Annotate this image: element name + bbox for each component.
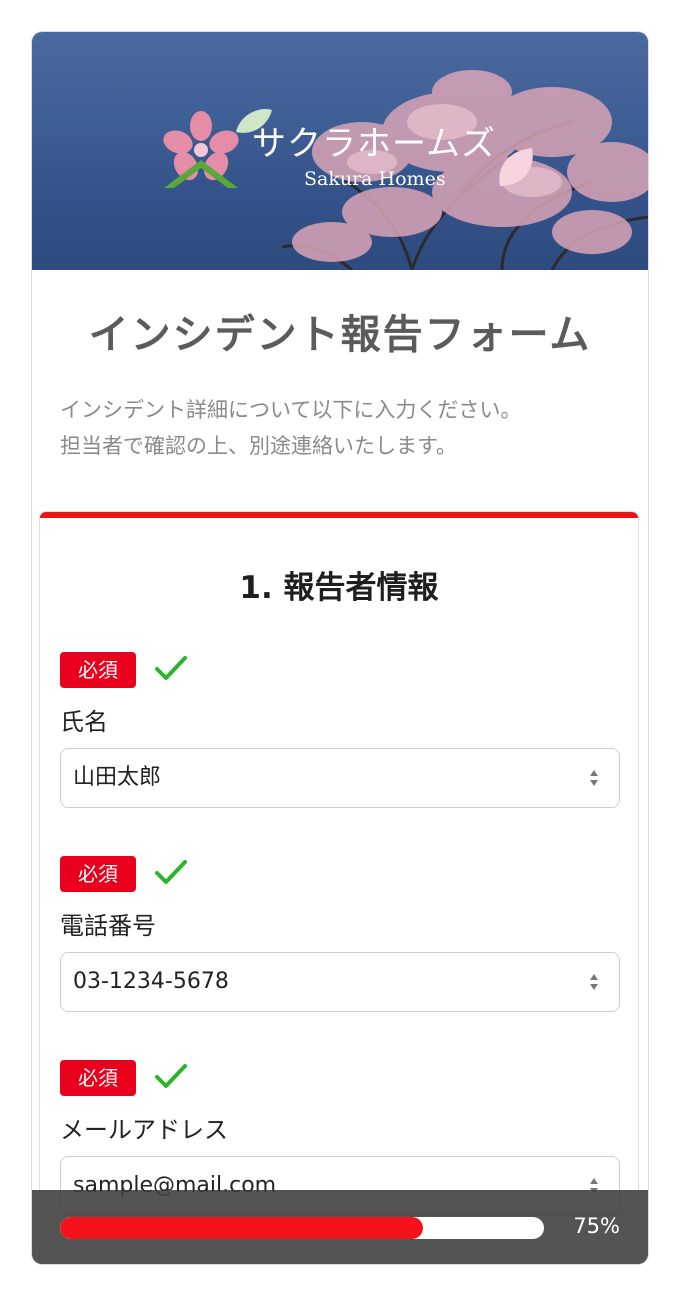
phone-input[interactable]: 03-1234-5678 [60,952,620,1012]
hero-banner: サクラホームズ Sakura Homes [32,32,648,270]
name-input[interactable]: 山田太郎 [60,748,620,808]
field-label: 氏名 [60,708,108,736]
brand-name-en: Sakura Homes [304,168,446,190]
required-badge: 必須 [60,652,136,688]
check-icon [155,1064,187,1088]
description-line-1: インシデント詳細について以下に入力ください。 [60,398,522,422]
progress-bar: 75% [32,1190,648,1264]
reporter-section: 1. 報告者情報 必須 氏名 山田太郎 必須 電話番号 03-1234-5678 [40,512,638,1264]
spinner-arrows-icon[interactable] [589,972,599,992]
progress-fill [60,1217,423,1239]
sakura-logo-icon [163,111,239,188]
page-title: インシデント報告フォーム [88,312,592,358]
section-title: 1. 報告者情報 [239,570,439,606]
progress-track [60,1217,544,1239]
input-value: 03-1234-5678 [73,969,229,994]
description-line-2: 担当者で確認の上、別途連絡いたします。 [60,434,457,458]
field-label: メールアドレス [60,1116,228,1144]
required-badge: 必須 [60,1060,136,1096]
input-value: 山田太郎 [73,765,162,790]
check-icon [155,860,187,884]
progress-percent: 75% [573,1214,620,1238]
field-label: 電話番号 [60,912,156,940]
spinner-arrows-icon[interactable] [589,768,599,788]
brand-name-jp: サクラホームズ [252,124,496,164]
form-description: インシデント詳細について以下に入力ください。 担当者で確認の上、別途連絡いたしま… [60,392,620,464]
required-badge: 必須 [60,856,136,892]
logo: サクラホームズ Sakura Homes [156,106,556,206]
petal-icon [499,148,533,186]
check-icon [155,656,187,680]
form-card: サクラホームズ Sakura Homes インシデント報告フォーム インシデント… [32,32,648,1264]
